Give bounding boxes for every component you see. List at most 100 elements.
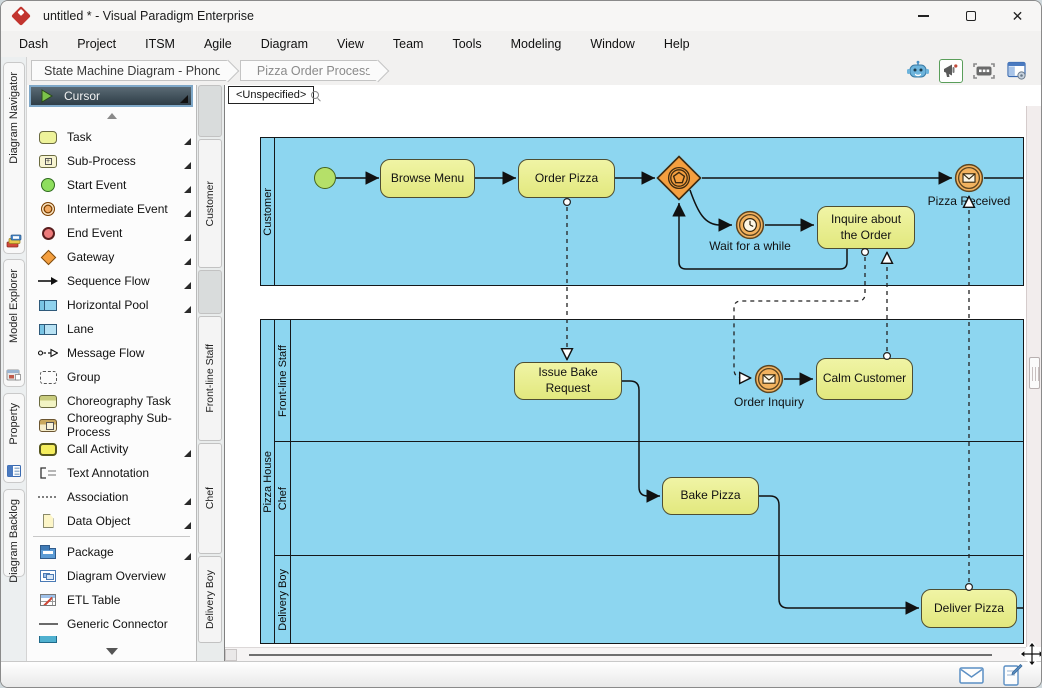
message-anchor-inquire[interactable]	[862, 249, 869, 256]
palette-item-lane[interactable]: Lane	[27, 317, 196, 341]
diagram-canvas[interactable]: <Unspecified> Customer Pizza House	[224, 85, 1041, 661]
model-explorer-icon	[6, 368, 22, 382]
expand-corner-icon[interactable]	[184, 553, 191, 560]
palette-item-generic-connector[interactable]: Generic Connector	[27, 612, 196, 636]
palette-item-group[interactable]: Group	[27, 365, 196, 389]
shape-selector-dropdown[interactable]: <Unspecified>	[228, 86, 314, 104]
palette-item-package[interactable]: Package	[27, 540, 196, 564]
message-anchor-order-pizza[interactable]	[564, 199, 571, 206]
palette-item-call-activity[interactable]: Call Activity	[27, 437, 196, 461]
tab-diagram-backlog-label: Diagram Backlog	[8, 499, 20, 583]
maximize-button[interactable]	[947, 1, 994, 31]
menu-agile[interactable]: Agile	[204, 37, 232, 51]
expand-corner-icon[interactable]	[184, 282, 191, 289]
breadcrumb-item-state-machine[interactable]: State Machine Diagram - Phone	[31, 60, 228, 81]
menu-tools[interactable]: Tools	[452, 37, 481, 51]
message-anchor-calm-customer[interactable]	[884, 353, 891, 360]
palette-item-etl-table[interactable]: ETL Table	[27, 588, 196, 612]
menu-view[interactable]: View	[337, 37, 364, 51]
palette-item-label: Intermediate Event	[67, 202, 168, 216]
search-icon[interactable]	[311, 91, 319, 99]
etl-table-icon	[38, 592, 58, 608]
palette-item-horizontal-pool[interactable]: Horizontal Pool	[27, 293, 196, 317]
palette-item-choreography-sub-process[interactable]: Choreography Sub-Process	[27, 413, 196, 437]
vertical-scrollbar-thumb[interactable]	[1029, 357, 1040, 389]
palette-item-label: Choreography Task	[67, 394, 171, 408]
palette-item-data-object[interactable]: Data Object	[27, 509, 196, 533]
expand-corner-icon[interactable]	[184, 186, 191, 193]
palette-item-sub-process[interactable]: + Sub-Process	[27, 149, 196, 173]
palette-scroll-down-icon[interactable]	[106, 648, 118, 655]
expand-corner-icon[interactable]	[184, 498, 191, 505]
horizontal-scrollbar-thumb[interactable]	[249, 654, 992, 656]
announcement-megaphone-icon[interactable]	[939, 59, 963, 83]
palette-item-choreography-task[interactable]: Choreography Task	[27, 389, 196, 413]
menu-bar: Dash Project ITSM Agile Diagram View Tea…	[1, 31, 1041, 57]
lane-tab-front-line-staff[interactable]: Front-line Staff	[198, 316, 222, 441]
palette-item-sequence-flow[interactable]: Sequence Flow	[27, 269, 196, 293]
menu-diagram[interactable]: Diagram	[261, 37, 308, 51]
vertical-scrollbar[interactable]	[1026, 106, 1042, 647]
palette-item-task[interactable]: Task	[27, 125, 196, 149]
message-anchor-deliver-pizza[interactable]	[966, 584, 973, 591]
message-flow-inquire-to-orderinquiry[interactable]	[734, 257, 865, 378]
menu-team[interactable]: Team	[393, 37, 424, 51]
cursor-expand-corner[interactable]	[180, 95, 188, 103]
palette-item-start-event[interactable]: Start Event	[27, 173, 196, 197]
menu-modeling[interactable]: Modeling	[511, 37, 562, 51]
palette-item-end-event[interactable]: End Event	[27, 221, 196, 245]
expand-corner-icon[interactable]	[184, 210, 191, 217]
palette-item-gateway[interactable]: Gateway	[27, 245, 196, 269]
lane-tab-chef[interactable]: Chef	[198, 443, 222, 554]
tab-diagram-navigator[interactable]: Diagram Navigator	[3, 62, 25, 254]
flow-gateway-to-wait[interactable]	[690, 190, 732, 225]
assistant-robot-icon[interactable]	[906, 59, 930, 83]
stencil-palette: Cursor Task + Sub-Process Start Event	[27, 85, 197, 661]
flow-inquire-to-gateway-loop[interactable]	[679, 203, 847, 269]
lane-tab-blank-top[interactable]	[198, 85, 222, 137]
menu-window[interactable]: Window	[590, 37, 634, 51]
tab-model-explorer[interactable]: Model Explorer	[3, 259, 25, 387]
tab-property[interactable]: Property	[3, 393, 25, 483]
sub-process-icon: +	[38, 153, 58, 169]
menu-itsm[interactable]: ITSM	[145, 37, 175, 51]
diagram-viewport[interactable]: Customer Pizza House Front-line Staff	[225, 106, 1026, 647]
close-button[interactable]: ✕	[994, 1, 1041, 31]
palette-item-cursor[interactable]: Cursor	[29, 85, 193, 107]
menu-dash[interactable]: Dash	[19, 37, 48, 51]
panel-layout-icon[interactable]	[1005, 59, 1029, 83]
menu-project[interactable]: Project	[77, 37, 116, 51]
generic-connector-icon	[38, 616, 58, 632]
expand-corner-icon[interactable]	[184, 258, 191, 265]
palette-item-clipped[interactable]	[27, 636, 196, 648]
lane-tab-blank-middle[interactable]	[198, 270, 222, 314]
lane-tab-label: Front-line Staff	[204, 344, 216, 413]
expand-corner-icon[interactable]	[184, 450, 191, 457]
close-icon: ✕	[1012, 9, 1024, 23]
expand-corner-icon[interactable]	[184, 234, 191, 241]
lane-tab-customer[interactable]: Customer	[198, 139, 222, 268]
lane-tab-delivery-boy[interactable]: Delivery Boy	[198, 556, 222, 643]
palette-item-diagram-overview[interactable]: Diagram Overview	[27, 564, 196, 588]
flow-issue-to-bake[interactable]	[622, 381, 660, 496]
horizontal-scrollbar[interactable]	[225, 647, 1026, 661]
expand-corner-icon[interactable]	[184, 522, 191, 529]
breadcrumb-item-pizza-order[interactable]: Pizza Order Process	[240, 60, 378, 81]
minimize-button[interactable]	[900, 1, 947, 31]
menu-help[interactable]: Help	[664, 37, 690, 51]
palette-separator	[33, 536, 190, 537]
palette-item-intermediate-event[interactable]: Intermediate Event	[27, 197, 196, 221]
selection-marquee-icon[interactable]	[972, 59, 996, 83]
palette-item-association[interactable]: Association	[27, 485, 196, 509]
expand-corner-icon[interactable]	[184, 162, 191, 169]
tab-diagram-backlog[interactable]: Diagram Backlog	[3, 489, 25, 577]
expand-corner-icon[interactable]	[184, 138, 191, 145]
expand-corner-icon[interactable]	[184, 306, 191, 313]
horizontal-scrollbar-button[interactable]	[225, 649, 237, 661]
palette-scroll-up-icon[interactable]	[107, 113, 117, 119]
palette-item-label: Gateway	[67, 250, 114, 264]
flow-bake-to-deliver[interactable]	[759, 496, 919, 608]
palette-item-text-annotation[interactable]: Text Annotation	[27, 461, 196, 485]
palette-item-message-flow[interactable]: Message Flow	[27, 341, 196, 365]
message-envelope-icon[interactable]	[959, 667, 984, 684]
